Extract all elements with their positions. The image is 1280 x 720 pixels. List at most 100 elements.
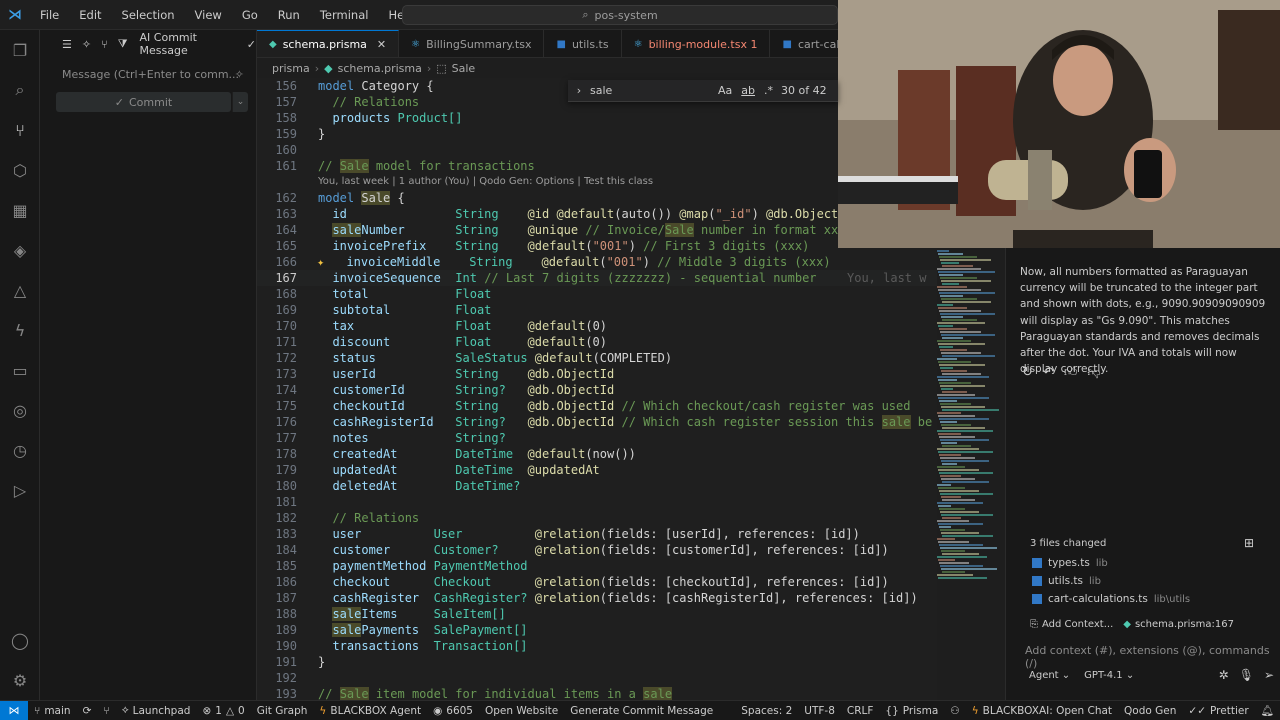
code-line[interactable]: 191} (257, 654, 937, 670)
changed-file-item[interactable]: utils.ts lib (1032, 575, 1101, 587)
ai-commit-message-button[interactable]: AI Commit Message (140, 31, 237, 57)
menu-view[interactable]: View (185, 8, 232, 22)
lightning-icon[interactable]: ϟ (8, 318, 32, 342)
run-debug-icon[interactable]: ▷ (8, 478, 32, 502)
code-line[interactable]: 176 cashRegisterId String? @db.ObjectId … (257, 414, 937, 430)
menu-go[interactable]: Go (232, 8, 268, 22)
match-whole-word-toggle[interactable]: ab (741, 84, 755, 97)
menu-file[interactable]: File (30, 8, 69, 22)
close-icon[interactable]: ✕ (377, 38, 386, 51)
undo-icon[interactable]: ↶ (1043, 365, 1054, 380)
mode-select[interactable]: Agent ⌄ (1029, 670, 1070, 681)
model-select[interactable]: GPT-4.1 ⌄ (1084, 670, 1134, 681)
code-line[interactable]: 187 cashRegister CashRegister? @relation… (257, 590, 937, 606)
blackbox-agent-status[interactable]: ϟ BLACKBOX Agent (313, 705, 427, 717)
code-line[interactable]: 175 checkoutId String @db.ObjectId // Wh… (257, 398, 937, 414)
branch-icon[interactable]: ⑂ (101, 38, 108, 51)
generate-commit-status[interactable]: Generate Commit Message (564, 705, 719, 717)
code-line[interactable]: 164 saleNumber String @unique // Invoice… (257, 222, 937, 238)
open-website-status[interactable]: Open Website (479, 705, 564, 717)
explorer-icon[interactable]: ❐ (8, 38, 32, 62)
extensions-box-icon[interactable]: ⬡ (8, 158, 32, 182)
code-line[interactable]: 172 status SaleStatus @default(COMPLETED… (257, 350, 937, 366)
code-editor[interactable]: 156 model Category {157 // Relations 158 p… (257, 78, 937, 700)
tab-utils[interactable]: ■ utils.ts (544, 30, 622, 57)
open-diff-icon[interactable]: ⊞ (1244, 536, 1254, 550)
command-center-search[interactable]: ⌕ pos-system (402, 5, 838, 25)
git-graph-status[interactable]: Git Graph (251, 705, 314, 717)
code-line[interactable]: 178 createdAt DateTime @default(now()) (257, 446, 937, 462)
git-lens-icon[interactable]: ⑂ (97, 705, 115, 717)
context-file-chip[interactable]: ◆ schema.prisma:167 (1123, 619, 1234, 630)
minimap[interactable] (935, 250, 1005, 590)
branch-status[interactable]: ⑂ main (28, 705, 77, 717)
vscode-logo-icon[interactable]: ⋊ (0, 0, 30, 30)
blackbox-chat-status[interactable]: ϟ BLACKBOXAI: Open Chat (966, 704, 1118, 717)
code-line[interactable]: 185 paymentMethod PaymentMethod (257, 558, 937, 574)
add-context-button[interactable]: ⎘ Add Context... (1030, 619, 1113, 630)
notifications-bell-icon[interactable]: 🔔︎ (1255, 704, 1280, 717)
thumbs-up-icon[interactable]: 👍︎ (1064, 365, 1078, 380)
search-icon[interactable]: ⌕ (8, 78, 32, 102)
find-input[interactable]: sale (590, 84, 710, 97)
menu-terminal[interactable]: Terminal (310, 8, 379, 22)
code-line[interactable]: 189 salePayments SalePayment[] (257, 622, 937, 638)
code-line[interactable]: 173 userId String @db.ObjectId (257, 366, 937, 382)
settings-gear-icon[interactable]: ⚙ (8, 668, 32, 692)
indentation-status[interactable]: Spaces: 2 (735, 704, 798, 717)
code-line[interactable]: 190 transactions Transaction[] (257, 638, 937, 654)
prisma-icon[interactable]: △ (8, 278, 32, 302)
menu-selection[interactable]: Selection (112, 8, 185, 22)
launchpad-status[interactable]: ⟡ Launchpad (116, 704, 197, 717)
code-line[interactable]: 166 ✦ invoiceMiddle String @default("001"… (257, 254, 937, 270)
chevron-right-icon[interactable]: › (568, 84, 590, 97)
code-line[interactable]: 177 notes String? (257, 430, 937, 446)
codelens-annotation[interactable]: You, last week | 1 author (You) | Qodo G… (318, 176, 653, 187)
code-line[interactable]: 184 customer Customer? @relation(fields:… (257, 542, 937, 558)
docker-icon[interactable]: ◈ (8, 238, 32, 262)
code-line[interactable]: 179 updatedAt DateTime @updatedAt (257, 462, 937, 478)
microphone-icon[interactable]: 🎙︎ (1239, 668, 1254, 682)
tab-cart-calculations[interactable]: ■ cart-calcu (770, 30, 838, 57)
chat-input[interactable]: Add context (#), extensions (@), command… (1025, 644, 1275, 670)
extensions-icon[interactable]: ▦ (8, 198, 32, 222)
breadcrumb-symbol[interactable]: Sale (452, 62, 476, 75)
menu-run[interactable]: Run (268, 8, 310, 22)
changed-file-item[interactable]: cart-calculations.ts lib\utils (1032, 593, 1190, 605)
sparkle-icon[interactable]: ✧ (235, 64, 244, 86)
tools-icon[interactable]: ✲ (1219, 668, 1229, 682)
tab-billing-summary[interactable]: ⚛ BillingSummary.tsx (399, 30, 545, 57)
commit-dropdown-chevron-icon[interactable]: ⌄ (232, 92, 248, 112)
code-line[interactable]: 182 // Relations (257, 510, 937, 526)
code-line[interactable]: 161 // Sale model for transactions (257, 158, 937, 174)
problems-status[interactable]: ⊗ 1 △ 0 (196, 705, 250, 717)
breadcrumb-file[interactable]: schema.prisma (338, 62, 422, 75)
filter-icon[interactable]: ⧩ (118, 37, 128, 51)
copilot-icon[interactable]: ⚇ (944, 704, 965, 717)
thumbs-down-icon[interactable]: 👎︎ (1087, 365, 1100, 380)
code-line[interactable]: 169 subtotal Float (257, 302, 937, 318)
code-line[interactable]: 160 (257, 142, 937, 158)
code-line[interactable]: 171 discount Float @default(0) (257, 334, 937, 350)
account-icon[interactable]: ◯ (8, 628, 32, 652)
commit-button[interactable]: ✓ Commit (56, 92, 231, 112)
encoding-status[interactable]: UTF-8 (798, 704, 841, 717)
code-line[interactable]: 192 (257, 670, 937, 686)
code-line[interactable]: 174 customerId String? @db.ObjectId (257, 382, 937, 398)
code-line[interactable]: 170 tax Float @default(0) (257, 318, 937, 334)
blackbox-icon[interactable]: ◎ (8, 398, 32, 422)
code-line[interactable]: 159} (257, 126, 937, 142)
language-status[interactable]: {} Prisma (879, 704, 944, 717)
sparkle-icon[interactable]: ✧ (82, 38, 91, 51)
send-icon[interactable]: ➢ (1264, 668, 1274, 682)
port-status[interactable]: ◉ 6605 (427, 705, 479, 717)
code-line[interactable]: 167 invoiceSequence Int // Last 7 digits… (257, 270, 937, 286)
code-line[interactable]: 181 (257, 494, 937, 510)
code-line[interactable]: 193 // Sale item model for individual ite… (257, 686, 937, 700)
remote-icon[interactable]: ⋈ (0, 700, 28, 720)
code-line[interactable]: 188 saleItems SaleItem[] (257, 606, 937, 622)
code-line[interactable]: 186 checkout Checkout @relation(fields: … (257, 574, 937, 590)
remote-explorer-icon[interactable]: ▭ (8, 358, 32, 382)
prettier-status[interactable]: ✓✓ Prettier (1182, 704, 1254, 717)
menu-list-icon[interactable]: ☰ (62, 38, 72, 51)
